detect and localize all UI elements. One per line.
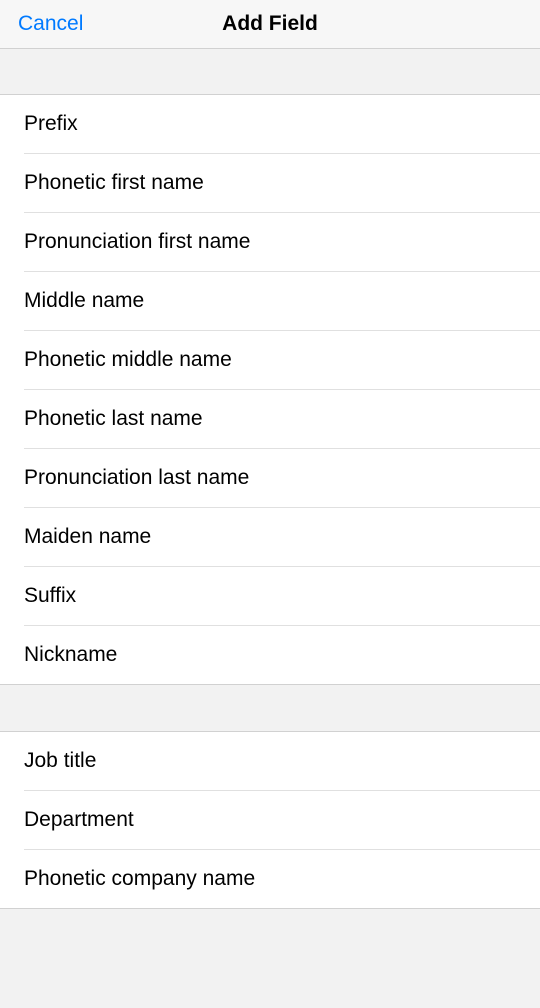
- field-list-section-2: Job title Department Phonetic company na…: [0, 732, 540, 908]
- section-spacer: [0, 908, 540, 1008]
- field-option-phonetic-first-name[interactable]: Phonetic first name: [0, 154, 540, 213]
- field-option-phonetic-middle-name[interactable]: Phonetic middle name: [0, 331, 540, 390]
- field-option-label: Nickname: [24, 626, 540, 684]
- field-option-prefix[interactable]: Prefix: [0, 95, 540, 154]
- field-option-maiden-name[interactable]: Maiden name: [0, 508, 540, 567]
- field-option-label: Phonetic last name: [24, 390, 540, 449]
- field-option-pronunciation-last-name[interactable]: Pronunciation last name: [0, 449, 540, 508]
- section-spacer: [0, 684, 540, 732]
- field-option-pronunciation-first-name[interactable]: Pronunciation first name: [0, 213, 540, 272]
- page-title: Add Field: [222, 12, 318, 36]
- header-bar: Cancel Add Field: [0, 0, 540, 49]
- field-option-label: Phonetic first name: [24, 154, 540, 213]
- field-option-department[interactable]: Department: [0, 791, 540, 850]
- field-option-label: Department: [24, 791, 540, 850]
- field-option-label: Pronunciation last name: [24, 449, 540, 508]
- field-option-label: Prefix: [24, 95, 540, 154]
- field-option-label: Middle name: [24, 272, 540, 331]
- field-option-middle-name[interactable]: Middle name: [0, 272, 540, 331]
- field-option-job-title[interactable]: Job title: [0, 732, 540, 791]
- field-option-phonetic-company-name[interactable]: Phonetic company name: [0, 850, 540, 908]
- field-option-label: Suffix: [24, 567, 540, 626]
- field-option-nickname[interactable]: Nickname: [0, 626, 540, 684]
- field-option-suffix[interactable]: Suffix: [0, 567, 540, 626]
- field-option-label: Pronunciation first name: [24, 213, 540, 272]
- field-option-label: Phonetic middle name: [24, 331, 540, 390]
- field-option-label: Job title: [24, 732, 540, 791]
- field-option-phonetic-last-name[interactable]: Phonetic last name: [0, 390, 540, 449]
- cancel-button[interactable]: Cancel: [18, 12, 83, 36]
- section-spacer: [0, 49, 540, 95]
- field-option-label: Phonetic company name: [24, 850, 540, 908]
- field-list-section-1: Prefix Phonetic first name Pronunciation…: [0, 95, 540, 684]
- field-option-label: Maiden name: [24, 508, 540, 567]
